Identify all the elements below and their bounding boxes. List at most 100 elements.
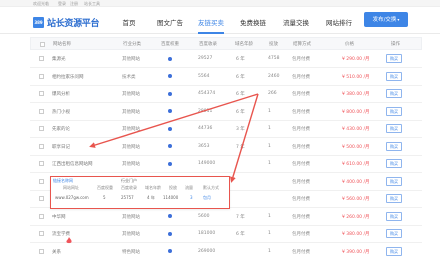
cell-price: ¥ 380.00 /月	[342, 232, 370, 237]
table-row: 先家的论 其他网站 44736 3 年 1 包月付费 ¥ 430.00 /月 购买	[30, 120, 422, 138]
table-row: 江西出租信息网站网 其他网站 149000 1 包月付费 ¥ 610.00 /月 购买	[30, 155, 422, 173]
buy-button[interactable]: 购买	[386, 124, 402, 133]
row-checkbox[interactable]	[39, 231, 44, 236]
cell-settle: 包月付费	[292, 179, 310, 185]
cell-price: ¥ 510.00 /月	[342, 74, 370, 80]
cell-settle: 包月付费	[292, 57, 310, 62]
popup-h-traffic: 流量	[185, 185, 193, 190]
select-all-checkbox[interactable]	[40, 42, 45, 47]
col-weight: 百度权重	[161, 42, 179, 47]
chevron-down-icon: ▾	[397, 17, 400, 22]
buy-button[interactable]: 购买	[386, 159, 402, 168]
table-row: 集源光 其他网站 29527 6 年 4758 包月付费 ¥ 290.00 /月 购买	[30, 50, 422, 68]
cell-age: 6 年	[236, 57, 245, 62]
cell-site-name[interactable]: 先家的论	[52, 126, 70, 132]
cell-category: 其他网站	[122, 127, 140, 132]
popup-h-weight: 百度权重	[97, 185, 113, 190]
cell-settle: 包月付费	[292, 214, 310, 220]
cell-age: 6 年	[236, 74, 245, 80]
cell-price: ¥ 560.00 /月	[342, 197, 370, 202]
buy-button[interactable]: 购买	[386, 141, 402, 151]
cell-count: 1	[268, 213, 271, 219]
cell-count: 1	[268, 248, 271, 254]
table-row: 爆风分析 其他网站 454374 6 年 266 包月付费 ¥ 380.00 /月 购买	[30, 85, 422, 103]
cell-age: 3 年	[236, 127, 245, 132]
cell-index: 44736	[198, 126, 213, 131]
cell-category: 特色网站	[122, 249, 140, 255]
buy-button[interactable]: 购买	[386, 211, 402, 221]
cell-price: ¥ 290.00 /月	[342, 57, 370, 62]
nav-home[interactable]: 首页	[114, 14, 144, 32]
row-checkbox[interactable]	[39, 91, 44, 96]
cell-age: 7 年	[236, 144, 245, 150]
row-checkbox[interactable]	[39, 248, 44, 254]
cell-category: 其他网站	[122, 162, 140, 167]
row-checkbox[interactable]	[39, 143, 44, 149]
row-checkbox[interactable]	[39, 161, 44, 166]
cell-settle: 包月付费	[292, 92, 310, 97]
cell-count: 1	[268, 143, 271, 149]
cell-site-name[interactable]: 职享日记	[52, 144, 70, 150]
cell-index: 149000	[198, 161, 216, 166]
popup-h-count: 投放	[169, 185, 177, 190]
row-checkbox[interactable]	[39, 126, 44, 131]
weight-indicator-icon	[168, 249, 172, 253]
popup-h-default: 默认方式	[203, 185, 219, 190]
buy-button[interactable]: 购买	[386, 71, 402, 81]
buy-button[interactable]: 购买	[386, 89, 402, 98]
cell-site-name[interactable]: 中华网	[52, 214, 66, 220]
buy-button[interactable]: 购买	[386, 194, 402, 203]
col-action: 操作	[391, 42, 400, 47]
row-checkbox[interactable]	[39, 56, 44, 61]
buy-button[interactable]: 购买	[386, 106, 402, 116]
cell-price: ¥ 430.00 /月	[342, 127, 370, 132]
nav-site-ranking[interactable]: 网站排行	[321, 14, 357, 32]
cell-site-name[interactable]: 集源光	[52, 56, 66, 62]
cell-site-name[interactable]: 江西出租信息网站网	[52, 161, 93, 167]
buy-button[interactable]: 购买	[386, 229, 402, 238]
cell-index: 5600	[198, 213, 210, 219]
nav-free-exchange[interactable]: 免费换链	[235, 14, 271, 32]
cell-category: 其他网站	[122, 109, 140, 115]
cell-settle: 包月付费	[292, 74, 310, 80]
weight-indicator-icon	[168, 144, 172, 148]
col-settle: 结算方式	[293, 42, 311, 47]
cell-index: 3653	[198, 143, 210, 149]
row-checkbox[interactable]	[39, 73, 44, 79]
row-checkbox[interactable]	[39, 178, 44, 184]
popup-title[interactable]: 链接名称网	[53, 178, 73, 184]
logo-mark: 389	[33, 16, 44, 28]
cell-price: ¥ 380.00 /月	[342, 92, 370, 97]
row-checkbox[interactable]	[39, 196, 44, 201]
cell-settle: 包月付费	[292, 162, 310, 167]
cell-site-name[interactable]: 相约拉家乐问网	[52, 74, 84, 80]
row-checkbox[interactable]	[39, 108, 44, 114]
popup-index: 25757	[121, 195, 134, 200]
col-count: 投放	[269, 42, 278, 47]
buy-button[interactable]: 购买	[386, 54, 402, 63]
popup-url: www.027gw.com	[55, 195, 89, 200]
cell-count: 266	[268, 91, 277, 96]
buy-button[interactable]: 购买	[386, 176, 402, 186]
nav-link-trade[interactable]: 友链买卖	[195, 14, 227, 32]
col-price: 价格	[345, 42, 354, 47]
cell-site-name[interactable]: 热门小视	[52, 109, 70, 115]
cell-age: 6 年	[236, 92, 245, 97]
publish-exchange-button[interactable]: 发布/交换▾	[364, 12, 408, 27]
weight-indicator-icon	[168, 214, 172, 218]
cell-site-name[interactable]: 爆风分析	[52, 91, 70, 97]
buy-button[interactable]: 购买	[386, 246, 402, 256]
row-checkbox[interactable]	[39, 213, 44, 219]
nav-graphic-ads[interactable]: 图文广告	[150, 14, 190, 32]
cell-count: 1	[268, 231, 271, 236]
cell-count: 1	[268, 161, 271, 166]
cell-category: 技术类	[122, 74, 136, 80]
cell-age: 6 年	[236, 232, 245, 237]
site-logo[interactable]: 389 站长资源平台	[33, 16, 100, 29]
nav-traffic-exchange[interactable]: 流量交换	[278, 14, 314, 32]
cell-settle: 包月付费	[292, 197, 310, 202]
cell-price: ¥ 400.00 /月	[342, 179, 370, 185]
cell-site-name[interactable]: 关系	[52, 249, 61, 255]
popup-weight: 5	[103, 195, 106, 200]
popup-h-index: 百度收录	[121, 185, 137, 190]
